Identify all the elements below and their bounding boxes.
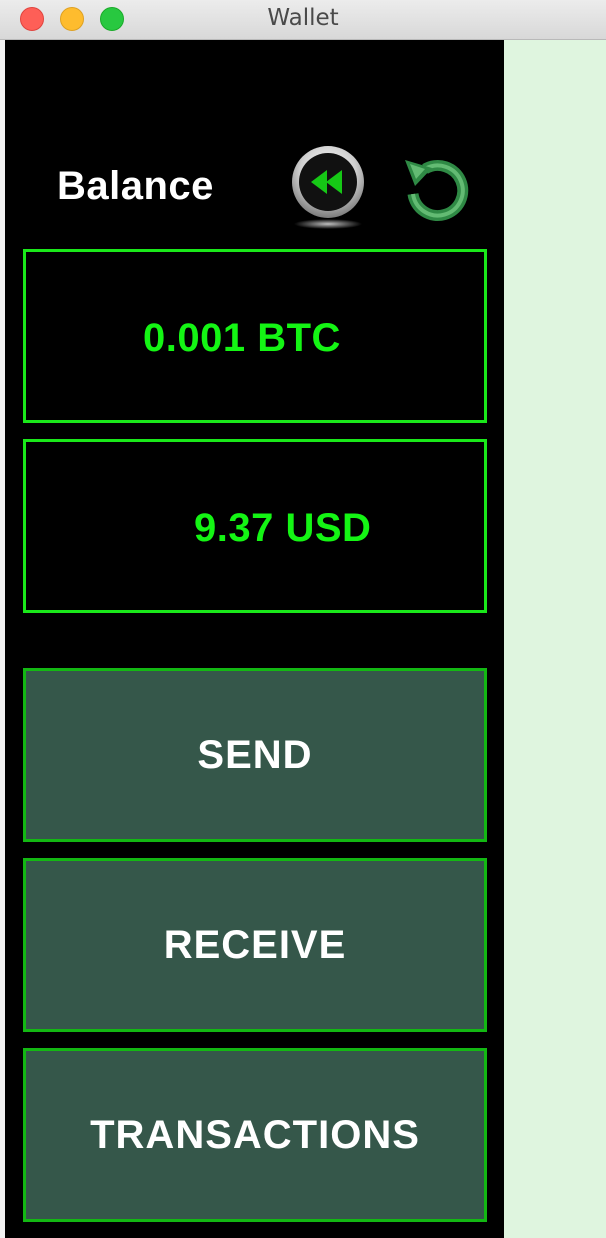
wallet-panel: Balance 0.001 BTC 9.37 USD SEND RECEIVE …: [5, 40, 504, 1238]
btc-balance-box: 0.001 BTC: [23, 249, 487, 423]
usd-balance-value: 9.37 USD: [194, 506, 372, 550]
rewind-icon: [292, 146, 364, 229]
usd-balance-box: 9.37 USD: [23, 439, 487, 613]
balance-label: Balance: [57, 164, 214, 208]
window-title: Wallet: [267, 5, 339, 31]
send-button[interactable]: SEND: [23, 668, 487, 842]
refresh-icon: [405, 160, 469, 221]
rewind-button[interactable]: [290, 144, 366, 234]
wallet-window: Wallet Balance 0.001 BTC 9.37 USD SEND R…: [0, 0, 606, 1238]
content-pane: [504, 40, 606, 1238]
transactions-button[interactable]: TRANSACTIONS: [23, 1048, 487, 1222]
btc-balance-value: 0.001 BTC: [143, 316, 341, 360]
receive-button[interactable]: RECEIVE: [23, 858, 487, 1032]
refresh-button[interactable]: [401, 152, 471, 222]
title-bar: Wallet: [0, 0, 606, 40]
